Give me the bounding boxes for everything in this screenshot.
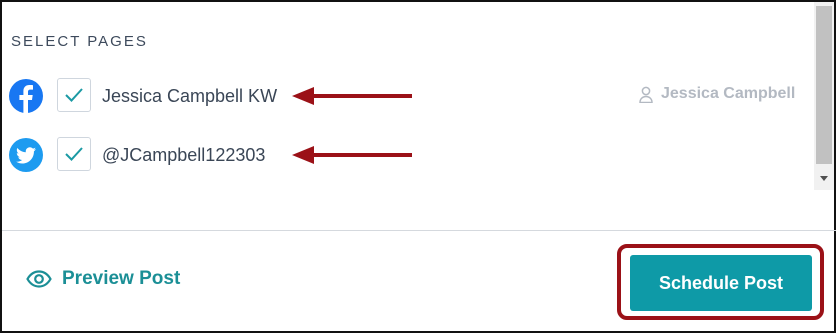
scrollbar-thumb[interactable]	[816, 6, 832, 164]
schedule-post-button[interactable]: Schedule Post	[630, 255, 812, 311]
page-name: Jessica Campbell KW	[102, 86, 278, 106]
checkmark-icon	[65, 147, 83, 161]
preview-post-label: Preview Post	[62, 268, 181, 289]
page-name: @JCampbell122303	[102, 145, 266, 165]
eye-icon	[26, 270, 52, 288]
pages-scroll-area: SELECT PAGES Jessica Campbell KW Jessica…	[2, 2, 836, 230]
page-owner-name: Jessica Campbell	[661, 85, 796, 102]
annotation-arrow-icon	[292, 146, 412, 164]
facebook-icon	[9, 79, 43, 113]
page-owner: Jessica Campbell	[639, 85, 795, 103]
preview-post-button[interactable]: Preview Post	[26, 268, 180, 290]
scroll-down-icon[interactable]	[820, 176, 828, 181]
page-checkbox-facebook[interactable]	[57, 78, 91, 112]
page-checkbox-twitter[interactable]	[57, 137, 91, 171]
pages-scrollbar[interactable]	[814, 2, 834, 190]
section-title: SELECT PAGES	[11, 33, 148, 50]
checkmark-icon	[65, 88, 83, 102]
page-row-facebook: Jessica Campbell KW Jessica Campbell	[2, 76, 822, 116]
post-scheduler-panel: SELECT PAGES Jessica Campbell KW Jessica…	[0, 0, 836, 333]
page-row-twitter: @JCampbell122303	[2, 135, 822, 175]
twitter-icon	[9, 138, 43, 172]
footer-divider	[2, 230, 836, 231]
user-icon	[639, 86, 653, 103]
annotation-arrow-icon	[292, 87, 412, 105]
